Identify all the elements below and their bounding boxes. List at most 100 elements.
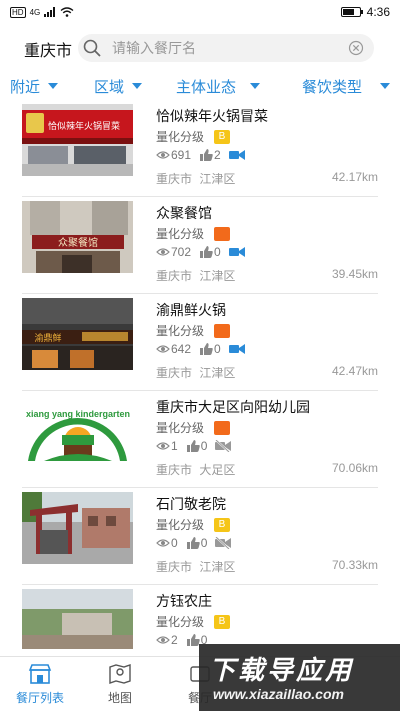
district: 江津区 <box>199 269 236 283</box>
restaurant-name: 方钰农庄 <box>156 593 212 609</box>
stats-row: 702 0 <box>156 245 246 259</box>
restaurant-photo: 恰似辣年火锅冒菜 <box>22 104 133 176</box>
restaurant-photo: 渝鼎鲜 <box>22 298 133 370</box>
location: 重庆市 江津区 <box>156 364 235 381</box>
sign-text: 恰似辣年火锅冒菜 <box>48 120 120 131</box>
location: 重庆市 大足区 <box>156 461 235 478</box>
distance: 70.33km <box>331 558 378 572</box>
signal-icon <box>44 7 56 17</box>
grade-badge <box>214 226 231 241</box>
tab-label: 地图 <box>107 691 132 705</box>
location: 重庆市 江津区 <box>156 170 235 187</box>
eye-icon <box>156 539 170 547</box>
restaurant-name: 重庆市大足区向阳幼儿园 <box>156 399 310 415</box>
eye-icon <box>156 345 170 353</box>
watermark-title: 下载导应用 <box>209 655 355 685</box>
thumbs-up-icon <box>186 634 200 646</box>
list-item[interactable]: 众聚餐馆 众聚餐馆 量化分级 702 0 重庆市 江津区 39.45km <box>0 197 400 294</box>
battery-icon <box>340 7 363 17</box>
restaurant-name: 石门敬老院 <box>156 496 226 512</box>
list-item[interactable]: xiang yang kindergarten 重庆市大足区向阳幼儿园 量化分级… <box>0 391 400 488</box>
filter-area[interactable]: 区域 <box>94 76 143 97</box>
filter-label: 餐饮类型 <box>302 78 363 96</box>
search-icon <box>83 39 101 57</box>
status-bar: HD 4G 4:36 <box>0 0 400 24</box>
list-item[interactable]: 渝鼎鲜 渝鼎鲜火锅 量化分级 642 0 重庆市 江津区 42.47km <box>0 294 400 391</box>
grade-label: 量化分级 <box>156 518 205 532</box>
dropdown-arrow-icon <box>380 83 391 89</box>
like-count: 0 <box>214 245 221 259</box>
sign-text: 众聚餐馆 <box>58 236 98 249</box>
grade-row: 量化分级 <box>156 322 231 339</box>
dropdown-arrow-icon <box>132 83 143 89</box>
like-count: 0 <box>200 536 208 550</box>
video-off-icon <box>215 440 232 452</box>
restaurant-photo: 众聚餐馆 <box>22 201 133 273</box>
grade-label: 量化分级 <box>156 421 205 435</box>
filter-label: 附近 <box>10 78 41 96</box>
eye-icon <box>156 151 170 159</box>
eye-icon <box>156 442 170 450</box>
distance: 70.06km <box>331 461 378 475</box>
view-count: 2 <box>171 633 178 647</box>
grade-row: 量化分级 <box>156 225 231 242</box>
tab-restaurant-list[interactable]: 餐厅列表 <box>0 663 80 706</box>
thumbs-up-icon <box>186 440 200 452</box>
view-count: 702 <box>171 245 192 259</box>
search-input[interactable] <box>112 40 348 56</box>
network-indicator: 4G <box>29 7 41 17</box>
distance: 42.17km <box>331 170 378 184</box>
grade-badge: B <box>214 129 231 144</box>
dropdown-arrow-icon <box>250 83 261 89</box>
district: 江津区 <box>199 366 236 380</box>
filter-bar: 附近 区域 主体业态 餐饮类型 <box>0 72 400 100</box>
filter-cuisine-type[interactable]: 餐饮类型 <box>302 76 391 97</box>
grade-badge <box>214 323 231 338</box>
like-count: 0 <box>214 342 221 356</box>
thumbs-up-icon <box>200 246 213 258</box>
list-item[interactable]: 石门敬老院 量化分级 B 0 0 重庆市 江津区 70.33km <box>0 488 400 585</box>
district: 江津区 <box>199 560 236 574</box>
location: 重庆市 江津区 <box>156 267 235 284</box>
filter-label: 主体业态 <box>176 78 237 96</box>
watermark: 下载导应用 www.xiazaiIlao.com <box>199 644 400 711</box>
location: 重庆市 江津区 <box>156 558 235 575</box>
restaurant-photo <box>22 492 133 564</box>
city: 重庆市 <box>156 366 193 380</box>
storefront-icon <box>28 664 52 684</box>
search-box[interactable] <box>78 34 374 62</box>
sign-text: 渝鼎鲜 <box>34 332 61 344</box>
grade-label: 量化分级 <box>156 324 205 338</box>
city: 重庆市 <box>156 269 193 283</box>
city: 重庆市 <box>156 172 193 186</box>
wifi-icon <box>60 7 74 17</box>
district: 江津区 <box>199 172 236 186</box>
district: 大足区 <box>199 463 236 477</box>
grade-label: 量化分级 <box>156 130 205 144</box>
eye-icon <box>156 248 170 256</box>
grade-label: 量化分级 <box>156 227 205 241</box>
city-selector[interactable]: 重庆市 <box>24 37 72 61</box>
video-camera-icon[interactable] <box>228 150 245 160</box>
tab-map[interactable]: 地图 <box>80 663 160 706</box>
view-count: 691 <box>171 148 192 162</box>
distance: 42.47km <box>331 364 378 378</box>
watermark-url: www.xiazaiIlao.com <box>213 686 344 702</box>
eye-icon <box>156 636 170 644</box>
filter-business-type[interactable]: 主体业态 <box>176 76 261 97</box>
dropdown-arrow-icon <box>48 83 59 89</box>
restaurant-name: 恰似辣年火锅冒菜 <box>156 108 268 124</box>
search-bar: 重庆市 <box>0 30 400 68</box>
list-item[interactable]: 恰似辣年火锅冒菜 恰似辣年火锅冒菜 量化分级 B 691 2 重庆市 江津区 42… <box>0 100 400 197</box>
stats-row: 691 2 <box>156 148 246 162</box>
grade-label: 量化分级 <box>156 615 205 629</box>
city: 重庆市 <box>156 463 193 477</box>
grade-badge: B <box>214 614 231 629</box>
clear-icon[interactable] <box>348 40 364 56</box>
restaurant-name: 渝鼎鲜火锅 <box>156 302 226 318</box>
video-camera-icon[interactable] <box>228 247 245 257</box>
video-camera-icon[interactable] <box>228 344 245 354</box>
like-count: 0 <box>200 439 208 453</box>
grade-badge: B <box>214 517 231 532</box>
filter-nearby[interactable]: 附近 <box>10 76 59 97</box>
